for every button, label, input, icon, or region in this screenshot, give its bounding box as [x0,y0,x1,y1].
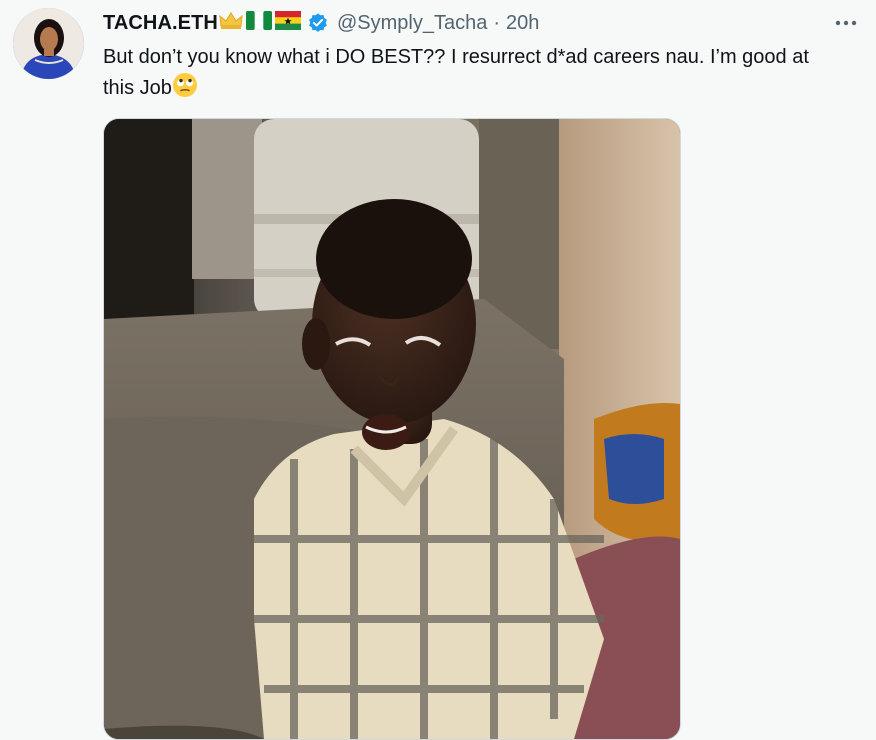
tweet-text-body: But don’t you know what i DO BEST?? I re… [103,46,809,99]
more-options-icon[interactable] [832,12,860,34]
tweet-text: But don’t you know what i DO BEST?? I re… [103,42,843,107]
ghana-flag-icon [274,11,301,35]
verified-badge-icon[interactable] [307,12,329,34]
author-avatar[interactable] [13,8,84,79]
photo-crying-child [104,119,680,739]
rolling-eyes-emoji-icon [172,72,198,107]
tweet-timestamp[interactable]: 20h [506,12,539,35]
avatar-image [13,8,84,79]
author-name[interactable]: TACHA.ETH [103,12,218,35]
tweet-media-photo[interactable] [103,118,681,740]
tweet[interactable]: TACHA.ETH @Symply_Tacha · 20h But don’t … [0,0,876,740]
separator-dot: · [493,11,501,34]
nigeria-flag-icon [245,10,273,35]
tweet-header: TACHA.ETH @Symply_Tacha · 20h [103,10,539,36]
crown-emoji-icon [218,10,244,37]
author-handle[interactable]: @Symply_Tacha [337,12,487,35]
